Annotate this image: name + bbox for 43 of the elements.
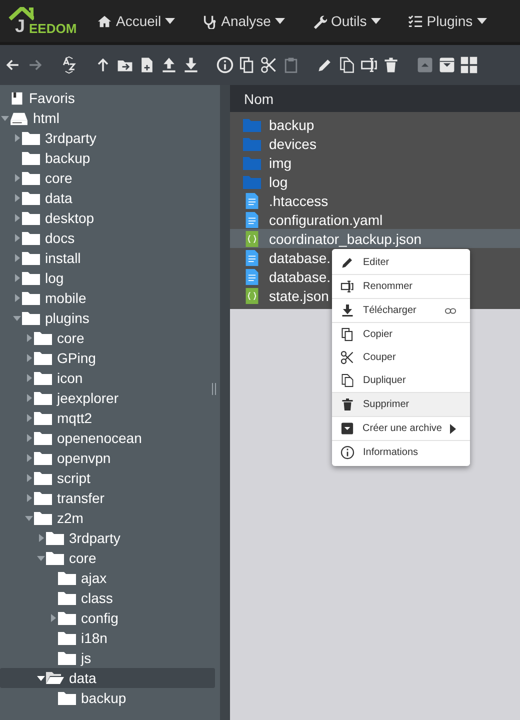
tree-label: log	[45, 270, 64, 286]
tree-label: plugins	[45, 310, 90, 326]
tree-label: openvpn	[57, 450, 111, 466]
file-name: coordinator_backup.json	[269, 230, 422, 246]
tree-label: z2m	[57, 510, 84, 526]
tree-label: data	[69, 670, 96, 686]
tree-label: core	[45, 170, 72, 186]
tree-label: docs	[45, 230, 75, 246]
tree-label: backup	[81, 690, 126, 706]
tree-label: i18n	[81, 630, 108, 646]
file-name: log	[269, 174, 288, 190]
tree-label: install	[45, 250, 81, 266]
tree-label: html	[33, 110, 60, 126]
file-name: .htaccess	[269, 192, 328, 208]
tree-label: core	[69, 550, 96, 566]
file-name: configuration.yaml	[269, 212, 383, 228]
tree-label: config	[81, 610, 118, 626]
file-name: img	[269, 154, 292, 170]
tree-label: transfer	[57, 490, 104, 506]
tree-label: openenocean	[57, 430, 142, 446]
tree-label: backup	[45, 150, 90, 166]
file-name: devices	[269, 136, 316, 152]
file-name: state.json	[269, 288, 329, 304]
tree-label: 3rdparty	[45, 130, 96, 146]
tree-label: class	[81, 590, 113, 606]
tree-label: js	[81, 650, 92, 666]
file-name: database.	[269, 250, 330, 266]
tree-label: script	[57, 470, 90, 486]
file-name: backup	[269, 116, 314, 132]
tree-label: jeexplorer	[57, 390, 118, 406]
tree-label: ajax	[81, 570, 107, 586]
tree-label: Favoris	[29, 90, 75, 106]
tree-label: data	[45, 190, 72, 206]
tree-label: core	[57, 330, 84, 346]
tree-label: GPing	[57, 350, 96, 366]
tree-label: mqtt2	[57, 410, 92, 426]
tree-label: desktop	[45, 210, 94, 226]
tree-label: mobile	[45, 290, 86, 306]
tree-label: 3rdparty	[69, 530, 120, 546]
logo-mark: J	[15, 16, 26, 36]
file-name: database.	[269, 268, 330, 284]
logo-text: EEDOM	[29, 21, 77, 37]
tree-label: icon	[57, 370, 83, 386]
